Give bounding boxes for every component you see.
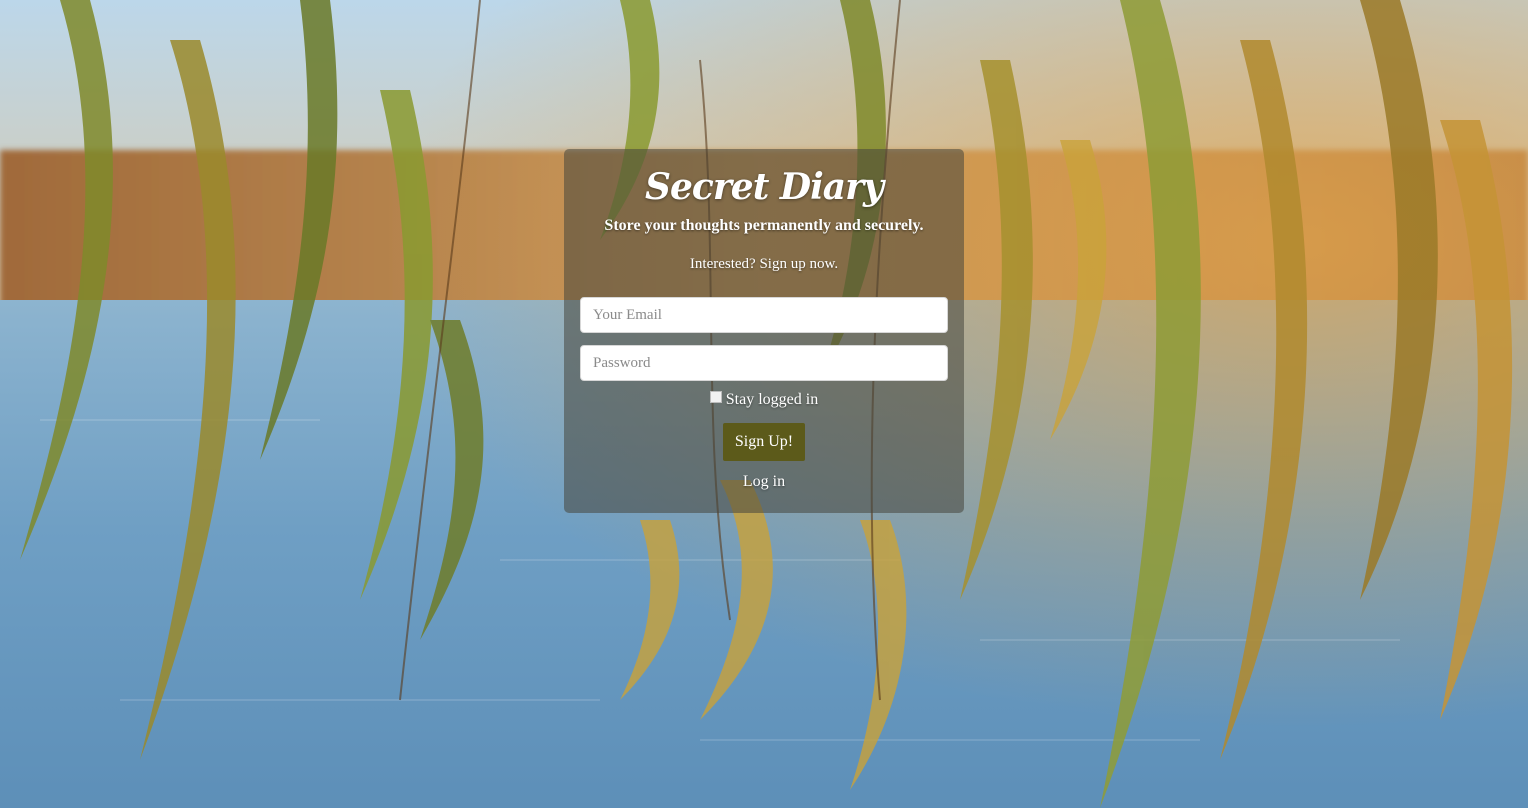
email-field[interactable] <box>580 297 948 333</box>
signup-panel: Secret Diary Store your thoughts permane… <box>564 149 964 513</box>
stay-logged-in-label: Stay logged in <box>725 391 819 408</box>
log-in-link[interactable]: Log in <box>564 473 964 491</box>
app-title: Secret Diary <box>645 166 884 208</box>
sign-up-button[interactable]: Sign Up! <box>723 423 805 461</box>
password-field[interactable] <box>580 345 948 381</box>
stay-logged-in-checkbox[interactable] <box>709 391 722 403</box>
stay-logged-in-row[interactable]: Stay logged in <box>564 391 964 409</box>
signup-prompt: Interested? Sign up now. <box>689 256 839 272</box>
app-tagline: Store your thoughts permanently and secu… <box>604 217 924 234</box>
